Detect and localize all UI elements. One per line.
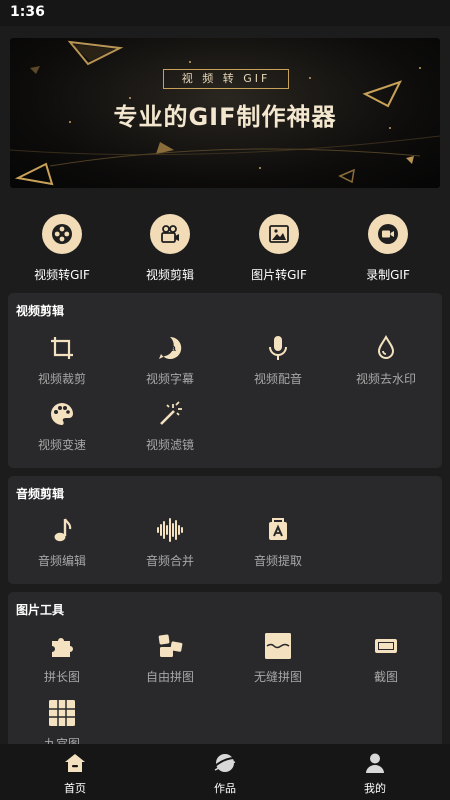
tool-long-collage[interactable]: 拼长图 xyxy=(8,632,116,685)
nav-home[interactable]: 首页 xyxy=(0,752,150,796)
tool-label: 视频去水印 xyxy=(355,372,416,386)
main-tools: 视频转GIF 视频剪辑 图片转GIF 录制GIF xyxy=(0,208,450,288)
main-tool-image-to-gif[interactable]: 图片转GIF xyxy=(223,208,335,283)
tool-video-filter[interactable]: 视频滤镜 xyxy=(116,400,224,453)
main-tool-video-edit[interactable]: 视频剪辑 xyxy=(114,208,226,283)
tool-video-speed[interactable]: 视频变速 xyxy=(8,400,116,453)
profile-icon xyxy=(366,753,384,773)
tool-video-subtitle[interactable]: Aa 视频字幕 xyxy=(116,334,224,387)
tool-label: 音频合并 xyxy=(145,554,194,568)
nav-label: 作品 xyxy=(214,782,236,795)
banner-tag: 视 频 转 GIF xyxy=(163,69,289,89)
music-note-icon xyxy=(54,518,72,542)
puzzle-icon xyxy=(52,638,73,657)
main-tool-label: 视频剪辑 xyxy=(145,268,194,282)
main-tool-label: 视频转GIF xyxy=(34,268,90,282)
image-icon xyxy=(269,225,289,243)
tool-label: 自由拼图 xyxy=(145,670,194,684)
section-title: 视频剪辑 xyxy=(16,304,65,318)
film-reel-icon xyxy=(52,224,72,244)
nav-label: 我的 xyxy=(364,782,386,795)
microphone-icon xyxy=(269,336,287,360)
section-video-edit: 视频剪辑 视频裁剪 Aa 视频字幕 视频配音 视频去水印 视频变速 视频滤镜 xyxy=(8,293,442,468)
works-icon xyxy=(214,754,236,772)
palette-icon xyxy=(51,403,73,425)
section-audio-edit: 音频剪辑 音频编辑 音频合并 音频提取 xyxy=(8,476,442,584)
waveform-icon xyxy=(157,518,183,542)
bottom-nav: 首页 作品 我的 xyxy=(0,744,450,800)
section-title: 图片工具 xyxy=(16,603,65,617)
section-image-tools: 图片工具 拼长图 自由拼图 无缝拼图 截图 xyxy=(8,592,442,767)
nav-works[interactable]: 作品 xyxy=(150,752,300,796)
banner-title: 专业的GIF制作神器 xyxy=(113,103,337,131)
video-camera-icon xyxy=(161,225,179,243)
tool-label: 音频提取 xyxy=(253,554,302,568)
tool-seamless-collage[interactable]: 无缝拼图 xyxy=(224,632,332,685)
tool-audio-extract[interactable]: 音频提取 xyxy=(224,516,332,569)
tool-label: 截图 xyxy=(373,670,398,684)
tool-free-collage[interactable]: 自由拼图 xyxy=(116,632,224,685)
tool-label: 视频裁剪 xyxy=(37,372,86,386)
tool-video-dubbing[interactable]: 视频配音 xyxy=(224,334,332,387)
audio-extract-icon xyxy=(269,518,287,540)
nav-label: 首页 xyxy=(64,782,86,795)
crop-icon xyxy=(51,337,73,359)
nav-profile[interactable]: 我的 xyxy=(300,752,450,796)
home-icon xyxy=(65,754,85,772)
tool-screenshot[interactable]: 截图 xyxy=(332,632,440,685)
svg-text:Aa: Aa xyxy=(164,343,176,353)
main-tool-label: 录制GIF xyxy=(366,268,410,282)
tool-label: 视频配音 xyxy=(253,372,302,386)
tool-label: 拼长图 xyxy=(43,670,80,684)
tool-label: 视频变速 xyxy=(37,438,86,452)
free-collage-icon xyxy=(158,634,183,657)
main-tool-video-to-gif[interactable]: 视频转GIF xyxy=(6,208,118,283)
water-drop-icon xyxy=(377,334,395,359)
record-icon xyxy=(378,224,398,244)
tool-audio-merge[interactable]: 音频合并 xyxy=(116,516,224,569)
tool-video-crop[interactable]: 视频裁剪 xyxy=(8,334,116,387)
screenshot-icon xyxy=(375,639,397,653)
tool-label: 无缝拼图 xyxy=(253,670,302,684)
status-bar: 1:36 xyxy=(0,0,450,26)
magic-wand-icon xyxy=(160,401,182,425)
seamless-collage-icon xyxy=(265,633,291,659)
tool-label: 视频字幕 xyxy=(145,372,194,386)
subtitle-icon: Aa xyxy=(159,336,182,359)
nine-grid-icon xyxy=(49,700,75,726)
main-tool-record-gif[interactable]: 录制GIF xyxy=(332,208,444,283)
section-title: 音频剪辑 xyxy=(16,487,65,501)
status-time: 1:36 xyxy=(10,4,45,20)
tool-video-remove-watermark[interactable]: 视频去水印 xyxy=(332,334,440,387)
tool-label: 视频滤镜 xyxy=(145,438,194,452)
tool-label: 音频编辑 xyxy=(37,554,86,568)
tool-audio-edit[interactable]: 音频编辑 xyxy=(8,516,116,569)
main-tool-label: 图片转GIF xyxy=(251,268,307,282)
